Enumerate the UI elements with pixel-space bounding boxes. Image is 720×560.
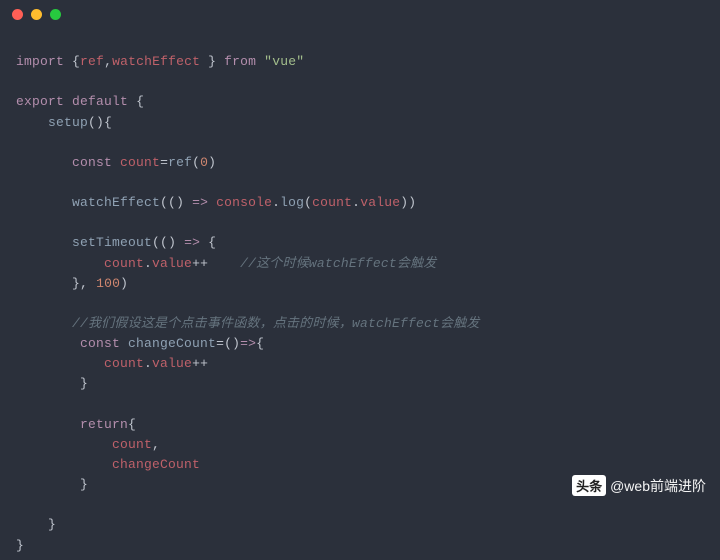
minimize-icon[interactable]	[31, 9, 42, 20]
arrow: =>	[176, 235, 208, 250]
ident-count: count	[112, 437, 152, 452]
comma: ,	[80, 276, 88, 291]
ident-count: count	[104, 356, 144, 371]
equals: =	[160, 155, 168, 170]
keyword-import: import	[16, 54, 64, 69]
ident-value: value	[152, 256, 192, 271]
brace: }	[208, 54, 216, 69]
brace: }	[80, 477, 88, 492]
comma: ,	[152, 437, 160, 452]
keyword-return: return	[80, 417, 128, 432]
dot: .	[144, 256, 152, 271]
paren: )	[168, 235, 176, 250]
window-titlebar	[0, 0, 720, 28]
keyword-from: from	[224, 54, 256, 69]
brace: {	[104, 115, 112, 130]
ident-watcheffect: watchEffect	[112, 54, 200, 69]
number-100: 100	[96, 276, 120, 291]
brace: }	[48, 517, 56, 532]
ident-console: console	[216, 195, 272, 210]
fn-watcheffect: watchEffect	[72, 195, 160, 210]
paren: )	[176, 195, 184, 210]
keyword-const: const	[72, 155, 112, 170]
paren: )	[208, 155, 216, 170]
comma: ,	[104, 54, 112, 69]
paren: (	[192, 155, 200, 170]
ident-changecount: changeCount	[128, 336, 216, 351]
space	[200, 54, 208, 69]
dot: .	[352, 195, 360, 210]
parens: ()	[88, 115, 104, 130]
dot: .	[144, 356, 152, 371]
string-vue: vue	[272, 54, 296, 69]
comment: //我们假设这是个点击事件函数，点击的时候，watchEffect会触发	[72, 316, 480, 331]
ident-count: count	[120, 155, 160, 170]
fn-ref: ref	[168, 155, 192, 170]
fn-log: log	[280, 195, 304, 210]
paren: (	[168, 195, 176, 210]
arrow: =>	[240, 336, 256, 351]
number-zero: 0	[200, 155, 208, 170]
paren: (	[224, 336, 232, 351]
brace: }	[16, 538, 24, 553]
brace: }	[80, 376, 88, 391]
ident-count: count	[104, 256, 144, 271]
paren: )	[408, 195, 416, 210]
brace: {	[72, 54, 80, 69]
ident-value: value	[152, 356, 192, 371]
string-quote: "	[264, 54, 272, 69]
keyword-export: export	[16, 94, 64, 109]
brace: {	[128, 417, 136, 432]
close-icon[interactable]	[12, 9, 23, 20]
maximize-icon[interactable]	[50, 9, 61, 20]
paren: )	[232, 336, 240, 351]
ident-changecount: changeCount	[112, 457, 200, 472]
keyword-default: default	[72, 94, 128, 109]
increment: ++	[192, 256, 208, 271]
method-setup: setup	[48, 115, 88, 130]
ident-ref: ref	[80, 54, 104, 69]
watermark: 头条 @web前端进阶	[572, 475, 706, 496]
watermark-handle: @web前端进阶	[610, 476, 706, 496]
ident-count: count	[312, 195, 352, 210]
dot: .	[272, 195, 280, 210]
watermark-label: 头条	[572, 475, 606, 496]
paren: (	[160, 195, 168, 210]
brace: {	[136, 94, 144, 109]
increment: ++	[192, 356, 208, 371]
brace: {	[256, 336, 264, 351]
arrow: =>	[184, 195, 216, 210]
brace: }	[72, 276, 80, 291]
equals: =	[216, 336, 224, 351]
fn-settimeout: setTimeout	[72, 235, 152, 250]
keyword-const: const	[80, 336, 120, 351]
brace: {	[208, 235, 216, 250]
string-quote: "	[296, 54, 304, 69]
ident-value: value	[360, 195, 400, 210]
comment: //这个时候watchEffect会触发	[240, 256, 436, 271]
paren: )	[120, 276, 128, 291]
paren: (	[304, 195, 312, 210]
paren: (	[160, 235, 168, 250]
paren: (	[152, 235, 160, 250]
